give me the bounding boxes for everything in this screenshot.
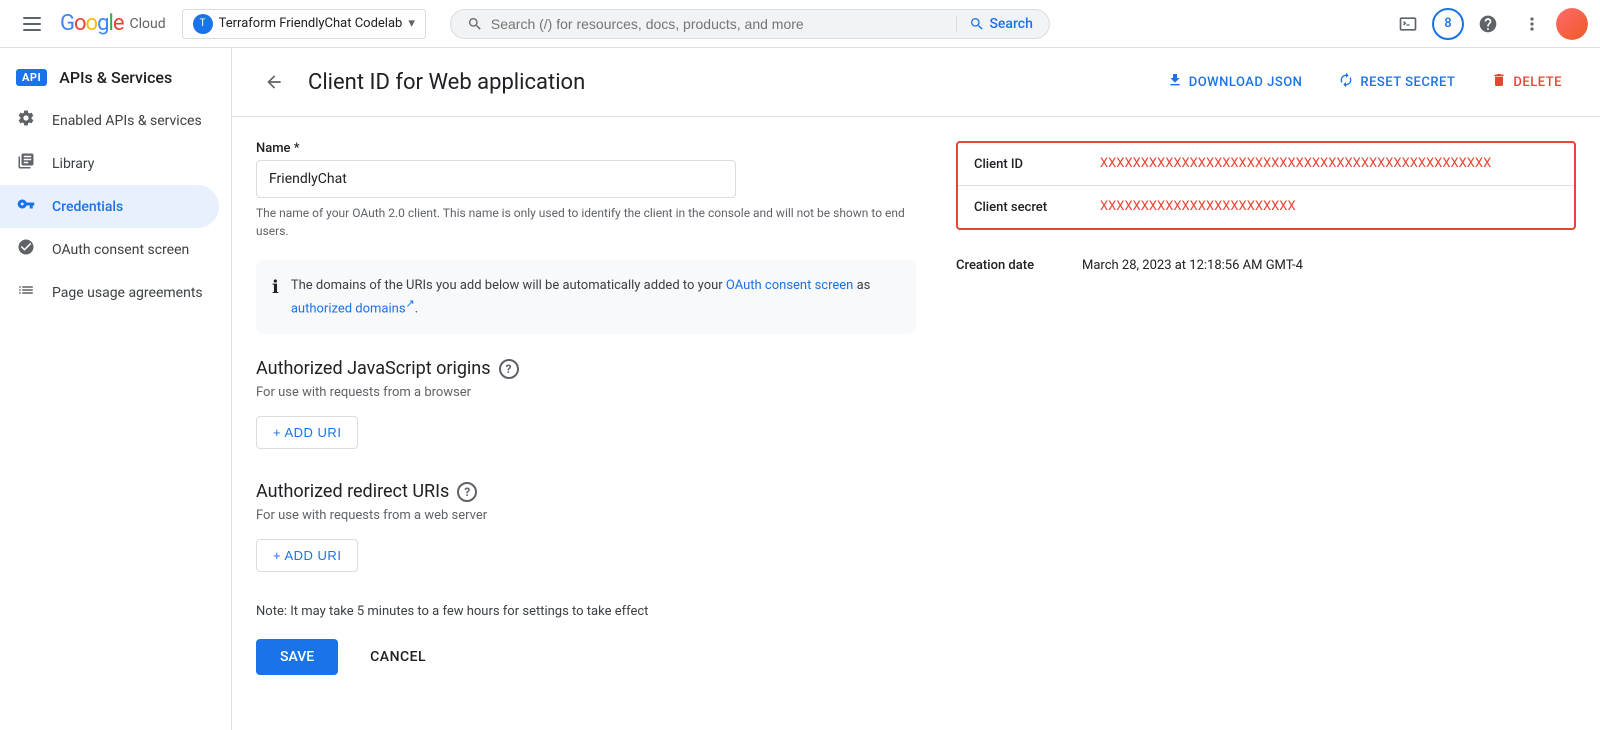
js-origins-section: Authorized JavaScript origins ? For use …: [256, 358, 916, 449]
client-info-box: Client ID XXXXXXXXXXXXXXXXXXXXXXXXXXXXXX…: [956, 141, 1576, 230]
main-layout: API APIs & Services Enabled APIs & servi…: [0, 48, 1600, 730]
js-origins-title-text: Authorized JavaScript origins: [256, 358, 491, 379]
menu-icon[interactable]: [12, 4, 52, 44]
sidebar-item-oauth[interactable]: OAuth consent screen: [0, 228, 219, 271]
back-button[interactable]: [256, 64, 292, 100]
redirect-uris-title-text: Authorized redirect URIs: [256, 481, 449, 502]
client-id-row: Client ID XXXXXXXXXXXXXXXXXXXXXXXXXXXXXX…: [958, 143, 1574, 186]
google-cloud-logo: Google Cloud: [60, 11, 166, 36]
reset-icon: [1338, 72, 1354, 92]
project-name: Terraform FriendlyChat Codelab: [219, 16, 403, 31]
delete-button[interactable]: DELETE: [1477, 64, 1576, 100]
download-icon: [1167, 72, 1183, 92]
header-actions: DOWNLOAD JSON RESET SECRET DELETE: [1153, 64, 1576, 100]
name-field-label: Name *: [256, 141, 916, 156]
page-header: Client ID for Web application DOWNLOAD J…: [232, 48, 1600, 117]
reset-secret-label: RESET SECRET: [1360, 75, 1455, 90]
cloud-text: Cloud: [129, 16, 165, 32]
library-icon: [16, 152, 36, 175]
redirect-uris-title: Authorized redirect URIs ?: [256, 481, 916, 502]
sidebar-label-library: Library: [52, 156, 94, 172]
download-json-label: DOWNLOAD JSON: [1189, 75, 1303, 90]
topbar-icons: 8: [1388, 4, 1588, 44]
redirect-uris-subtitle: For use with requests from a web server: [256, 508, 916, 523]
sidebar-label-enabled-apis: Enabled APIs & services: [52, 113, 202, 129]
js-origins-subtitle: For use with requests from a browser: [256, 385, 916, 400]
google-logo: Google: [60, 11, 123, 36]
add-uri-2-label: + ADD URI: [273, 548, 341, 563]
search-button[interactable]: Search: [956, 16, 1032, 32]
api-badge: API: [16, 69, 47, 86]
topbar: Google Cloud T Terraform FriendlyChat Co…: [0, 0, 1600, 48]
terminal-icon-btn[interactable]: [1388, 4, 1428, 44]
client-secret-value: XXXXXXXXXXXXXXXXXXXXXXXX: [1100, 198, 1296, 216]
settings-note: Note: It may take 5 minutes to a few hou…: [256, 604, 916, 619]
name-input[interactable]: [256, 160, 736, 198]
help-icon-btn[interactable]: [1468, 4, 1508, 44]
info-box: ℹ The domains of the URIs you add below …: [256, 260, 916, 334]
sidebar-item-enabled-apis[interactable]: Enabled APIs & services: [0, 99, 219, 142]
authorized-domains-link[interactable]: authorized domains: [291, 301, 406, 316]
add-uri-button-2[interactable]: + ADD URI: [256, 539, 358, 572]
project-selector[interactable]: T Terraform FriendlyChat Codelab ▾: [182, 9, 426, 39]
info-text-after: .: [415, 301, 418, 316]
client-secret-row: Client secret XXXXXXXXXXXXXXXXXXXXXXXX: [958, 186, 1574, 228]
sidebar-label-credentials: Credentials: [52, 199, 123, 215]
oauth-icon: [16, 238, 36, 261]
info-icon: ℹ: [272, 277, 279, 318]
search-area: Search: [450, 9, 1050, 39]
delete-icon: [1491, 72, 1507, 92]
more-icon-btn[interactable]: [1512, 4, 1552, 44]
sidebar-item-credentials[interactable]: Credentials: [0, 185, 219, 228]
cancel-button[interactable]: CANCEL: [346, 639, 450, 675]
search-icon-inline: [467, 16, 483, 32]
search-box: Search: [450, 9, 1050, 39]
sidebar-label-page-usage: Page usage agreements: [52, 285, 203, 301]
action-buttons: SAVE CANCEL: [256, 639, 916, 675]
name-field-group: Name * The name of your OAuth 2.0 client…: [256, 141, 916, 240]
sidebar-title: APIs & Services: [59, 68, 172, 87]
sidebar-label-oauth: OAuth consent screen: [52, 242, 189, 258]
enabled-apis-icon: [16, 109, 36, 132]
name-hint: The name of your OAuth 2.0 client. This …: [256, 204, 916, 240]
right-panel: Client ID XXXXXXXXXXXXXXXXXXXXXXXXXXXXXX…: [956, 141, 1576, 675]
sidebar-item-page-usage[interactable]: Page usage agreements: [0, 271, 219, 314]
search-btn-label: Search: [989, 16, 1032, 32]
left-panel: Name * The name of your OAuth 2.0 client…: [256, 141, 916, 675]
js-origins-title: Authorized JavaScript origins ?: [256, 358, 916, 379]
content-area: Client ID for Web application DOWNLOAD J…: [232, 48, 1600, 730]
page-title: Client ID for Web application: [308, 70, 1137, 95]
name-label-text: Name *: [256, 141, 300, 156]
download-json-button[interactable]: DOWNLOAD JSON: [1153, 64, 1317, 100]
redirect-uris-section: Authorized redirect URIs ? For use with …: [256, 481, 916, 572]
client-id-label: Client ID: [974, 155, 1084, 172]
redirect-uris-help-icon[interactable]: ?: [457, 482, 477, 502]
credentials-icon: [16, 195, 36, 218]
oauth-consent-link[interactable]: OAuth consent screen: [726, 278, 853, 293]
sidebar-header: API APIs & Services: [0, 56, 231, 99]
creation-date-label: Creation date: [956, 258, 1066, 273]
page-usage-icon: [16, 281, 36, 304]
js-origins-help-icon[interactable]: ?: [499, 359, 519, 379]
save-button[interactable]: SAVE: [256, 639, 338, 675]
sidebar-item-library[interactable]: Library: [0, 142, 219, 185]
reset-secret-button[interactable]: RESET SECRET: [1324, 64, 1469, 100]
project-avatar: T: [193, 14, 213, 34]
add-uri-1-label: + ADD URI: [273, 425, 341, 440]
creation-date-row: Creation date March 28, 2023 at 12:18:56…: [956, 246, 1576, 273]
client-secret-label: Client secret: [974, 198, 1084, 215]
dropdown-icon: ▾: [408, 16, 415, 31]
info-text: The domains of the URIs you add below wi…: [291, 276, 900, 318]
client-id-value: XXXXXXXXXXXXXXXXXXXXXXXXXXXXXXXXXXXXXXXX…: [1100, 155, 1491, 173]
info-text-middle: as: [853, 278, 870, 293]
search-input[interactable]: [491, 16, 949, 32]
delete-label: DELETE: [1513, 75, 1562, 90]
notification-badge[interactable]: 8: [1432, 8, 1464, 40]
main-content: Name * The name of your OAuth 2.0 client…: [232, 117, 1600, 699]
sidebar: API APIs & Services Enabled APIs & servi…: [0, 48, 232, 730]
add-uri-button-1[interactable]: + ADD URI: [256, 416, 358, 449]
user-avatar[interactable]: [1556, 8, 1588, 40]
creation-date-value: March 28, 2023 at 12:18:56 AM GMT-4: [1082, 258, 1303, 273]
info-text-before: The domains of the URIs you add below wi…: [291, 278, 726, 293]
